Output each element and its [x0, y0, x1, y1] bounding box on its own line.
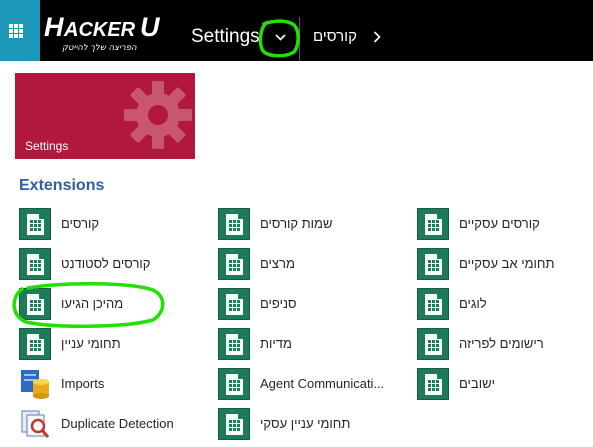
duplicate-detection-icon: [21, 410, 50, 438]
entity-icon: [19, 248, 51, 280]
extension-item-registrations[interactable]: רישומים לפריזה: [417, 328, 593, 364]
extension-item-business-parent-areas[interactable]: תחומי אב עסקיים: [417, 248, 593, 284]
extension-label: מהיכן הגיעו: [61, 296, 124, 311]
extension-item-interests[interactable]: תחומי עניין: [19, 328, 209, 364]
extension-item-business-interests[interactable]: תחומי עניין עסקי: [218, 408, 408, 444]
svg-text:הפריצה שלך להייטק: הפריצה שלך להייטק: [62, 43, 137, 53]
extension-label: תחומי אב עסקיים: [459, 256, 555, 271]
extension-label: Imports: [61, 376, 105, 391]
entity-icon: [417, 248, 449, 280]
hackeru-logo: H ACKER U הפריצה שלך להייטק: [40, 0, 171, 61]
extension-label: מדיות: [260, 336, 292, 351]
entity-icon: [417, 208, 449, 240]
settings-tile[interactable]: Settings: [15, 73, 195, 159]
extension-label: לוגים: [459, 296, 487, 311]
entity-icon: [218, 208, 250, 240]
extension-label: תחומי עניין עסקי: [260, 416, 351, 431]
extension-label: שמות קורסים: [260, 216, 333, 231]
extension-item-settlements[interactable]: ישובים: [417, 368, 593, 404]
imports-icon: [21, 370, 49, 399]
chevron-right-icon[interactable]: [373, 31, 381, 43]
settings-tile-label: Settings: [25, 139, 69, 153]
extension-item-agent-communication[interactable]: Agent Communicati...: [218, 368, 408, 404]
entity-icon: [417, 288, 449, 320]
svg-text:U: U: [140, 12, 161, 42]
extension-item-student-courses[interactable]: קורסים לסטודנט: [19, 248, 209, 284]
nav-separator: [299, 17, 300, 61]
gear-icon: [124, 81, 192, 149]
extension-item-duplicate-detection[interactable]: Duplicate Detection: [19, 408, 209, 444]
extension-item-course-names[interactable]: שמות קורסים: [218, 208, 408, 244]
extension-label: סניפים: [260, 296, 297, 311]
breadcrumb-courses[interactable]: קורסים: [313, 28, 357, 46]
extension-label: קורסים: [61, 216, 100, 231]
extension-label: תחומי עניין: [61, 336, 121, 351]
extension-label: קורסים לסטודנט: [61, 256, 151, 271]
extension-label: רישומים לפריזה: [459, 336, 544, 351]
extension-label: קורסים עסקיים: [459, 216, 540, 231]
entity-icon: [218, 368, 250, 400]
hackeru-logo-image: H ACKER U הפריצה שלך להייטק: [44, 12, 161, 53]
entity-icon: [417, 368, 449, 400]
extension-item-business-courses[interactable]: קורסים עסקיים: [417, 208, 593, 244]
svg-text:ACKER: ACKER: [63, 19, 136, 41]
svg-text:H: H: [44, 12, 64, 42]
chevron-down-icon: [275, 34, 286, 41]
extensions-heading: Extensions: [19, 177, 105, 194]
entity-icon: [19, 328, 51, 360]
page-title: Settings: [191, 26, 260, 47]
extension-item-courses[interactable]: קורסים: [19, 208, 209, 244]
extension-item-imports[interactable]: Imports: [19, 368, 209, 404]
app-launcher-icon: [9, 24, 23, 38]
entity-icon: [19, 208, 51, 240]
extension-item-where-from[interactable]: מהיכן הגיעו: [19, 288, 209, 324]
entity-icon: [218, 328, 250, 360]
entity-icon: [218, 408, 250, 440]
extension-label: Duplicate Detection: [61, 416, 174, 431]
settings-menu-dropdown[interactable]: [265, 26, 295, 50]
extension-item-branches[interactable]: סניפים: [218, 288, 408, 324]
extension-item-lecturers[interactable]: מרצים: [218, 248, 408, 284]
top-navigation-bar: H ACKER U הפריצה שלך להייטק Settings קור…: [0, 0, 593, 61]
entity-icon: [218, 248, 250, 280]
extension-label: Agent Communicati...: [260, 376, 385, 391]
entity-icon: [19, 288, 51, 320]
app-launcher-button[interactable]: [0, 0, 40, 61]
extension-item-media[interactable]: מדיות: [218, 328, 408, 364]
extension-label: ישובים: [459, 376, 495, 391]
entity-icon: [218, 288, 250, 320]
entity-icon: [417, 328, 449, 360]
extension-item-logs[interactable]: לוגים: [417, 288, 593, 324]
extension-label: מרצים: [260, 256, 295, 271]
